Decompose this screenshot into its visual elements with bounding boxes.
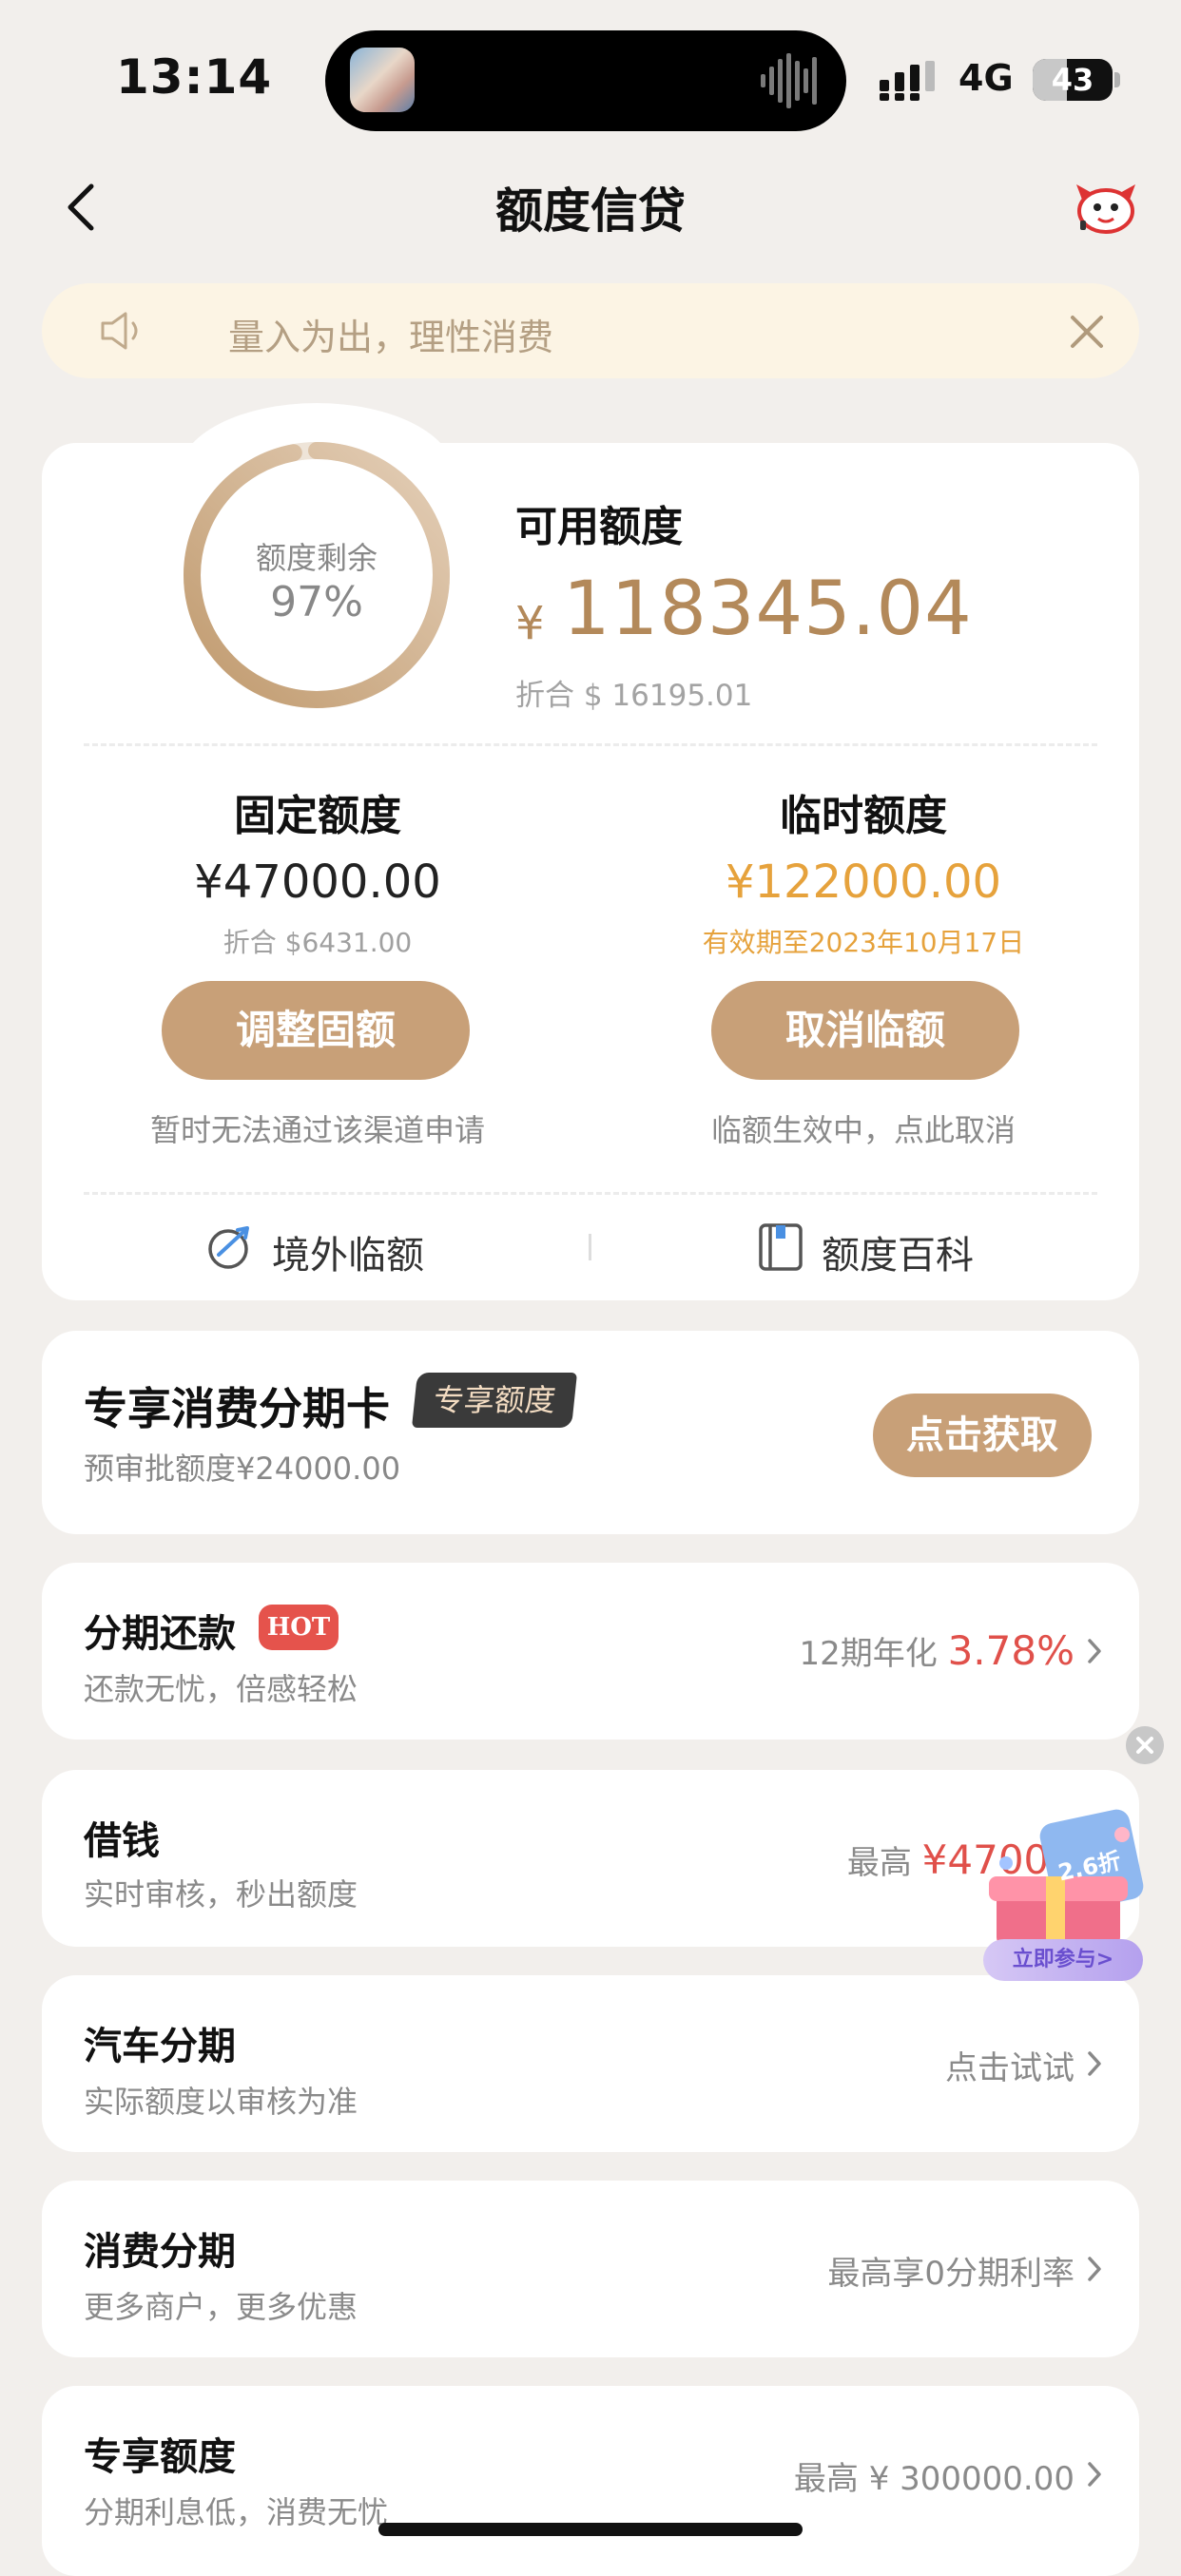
hot-badge: HOT xyxy=(259,1605,339,1650)
available-amount: 118345.04 xyxy=(563,567,973,652)
get-card-button[interactable]: 点击获取 xyxy=(873,1394,1092,1477)
notice-banner xyxy=(42,283,1139,378)
list-item-sub: 更多商户，更多优惠 xyxy=(84,2289,358,2325)
temp-limit-amount: ¥122000.00 xyxy=(725,855,1002,909)
network-type: 4G xyxy=(958,57,1014,99)
book-icon xyxy=(759,1223,803,1271)
divider xyxy=(84,1192,1097,1195)
list-item-rate: 12期年化 3.78% xyxy=(799,1627,1075,1674)
ring-percent: 97% xyxy=(270,578,363,626)
customer-service-mascot-icon[interactable] xyxy=(1073,179,1139,236)
audio-wave-icon xyxy=(761,53,817,108)
overseas-limit-link[interactable]: 境外临额 xyxy=(272,1224,424,1279)
currency-symbol: ¥ xyxy=(515,597,545,650)
close-notice-icon[interactable] xyxy=(1069,314,1105,350)
battery-nub xyxy=(1114,72,1120,87)
available-usd: 折合 $ 16195.01 xyxy=(515,679,753,713)
fixed-limit-note: 暂时无法通过该渠道申请 xyxy=(149,1112,485,1148)
promo-preapproved: 预审批额度¥24000.00 xyxy=(84,1451,401,1487)
join-now-button[interactable]: 立即参与> xyxy=(983,1939,1143,1981)
cancel-temp-limit-button[interactable]: 取消临额 xyxy=(711,981,1019,1080)
list-item-title: 分期还款 xyxy=(84,1612,236,1656)
battery-icon: 43 xyxy=(1033,59,1113,101)
speaker-icon xyxy=(101,312,138,350)
close-ad-icon[interactable] xyxy=(1126,1726,1164,1764)
list-item-sub: 实际额度以审核为准 xyxy=(84,2084,358,2120)
limit-wiki-link[interactable]: 额度百科 xyxy=(822,1224,974,1279)
available-limit-label: 可用额度 xyxy=(515,503,683,551)
list-item-sub: 分期利息低，消费无忧 xyxy=(84,2494,389,2530)
chevron-right-icon xyxy=(1088,1639,1101,1663)
fixed-limit-title: 固定额度 xyxy=(234,792,401,840)
list-item-action: 点击试试 xyxy=(945,2049,1075,2087)
ring-label: 额度剩余 xyxy=(255,540,378,576)
chevron-right-icon xyxy=(1088,2462,1101,2487)
now-playing-thumbnail[interactable] xyxy=(350,48,415,112)
list-item-offer: 最高享0分期利率 xyxy=(827,2255,1075,2293)
chevron-right-icon xyxy=(1088,2257,1101,2281)
list-item-sub: 实时审核，秒出额度 xyxy=(84,1876,358,1913)
battery-percent: 43 xyxy=(1051,62,1094,98)
temp-limit-title: 临时额度 xyxy=(780,792,947,840)
promo-title: 专享消费分期卡 xyxy=(84,1383,390,1434)
list-item-max: 最高 ¥ 300000.00 xyxy=(793,2460,1075,2498)
overseas-limit-icon xyxy=(208,1226,249,1269)
status-time: 13:14 xyxy=(116,49,273,105)
list-item-sub: 还款无忧，倍感轻松 xyxy=(84,1671,358,1707)
fixed-limit-amount: ¥47000.00 xyxy=(194,855,441,909)
list-item-title: 专享额度 xyxy=(84,2435,236,2479)
adjust-fixed-limit-button[interactable]: 调整固额 xyxy=(162,981,470,1080)
fixed-limit-usd: 折合 $6431.00 xyxy=(223,927,413,958)
page-title: 额度信贷 xyxy=(495,183,686,239)
list-item-title: 汽车分期 xyxy=(84,2025,236,2068)
notice-text: 量入为出，理性消费 xyxy=(228,317,554,358)
list-item-title: 消费分期 xyxy=(84,2230,236,2274)
exclusive-limit-tag: 专享额度 xyxy=(411,1373,578,1428)
link-separator xyxy=(589,1234,591,1260)
divider xyxy=(84,743,1097,746)
chevron-right-icon xyxy=(1088,2051,1101,2076)
signal-icon xyxy=(880,61,935,101)
home-indicator xyxy=(378,2523,803,2536)
temp-limit-validity: 有效期至2023年10月17日 xyxy=(702,927,1025,958)
temp-limit-note[interactable]: 临额生效中，点此取消 xyxy=(588,1106,1139,1150)
list-item-title: 借钱 xyxy=(84,1819,160,1863)
